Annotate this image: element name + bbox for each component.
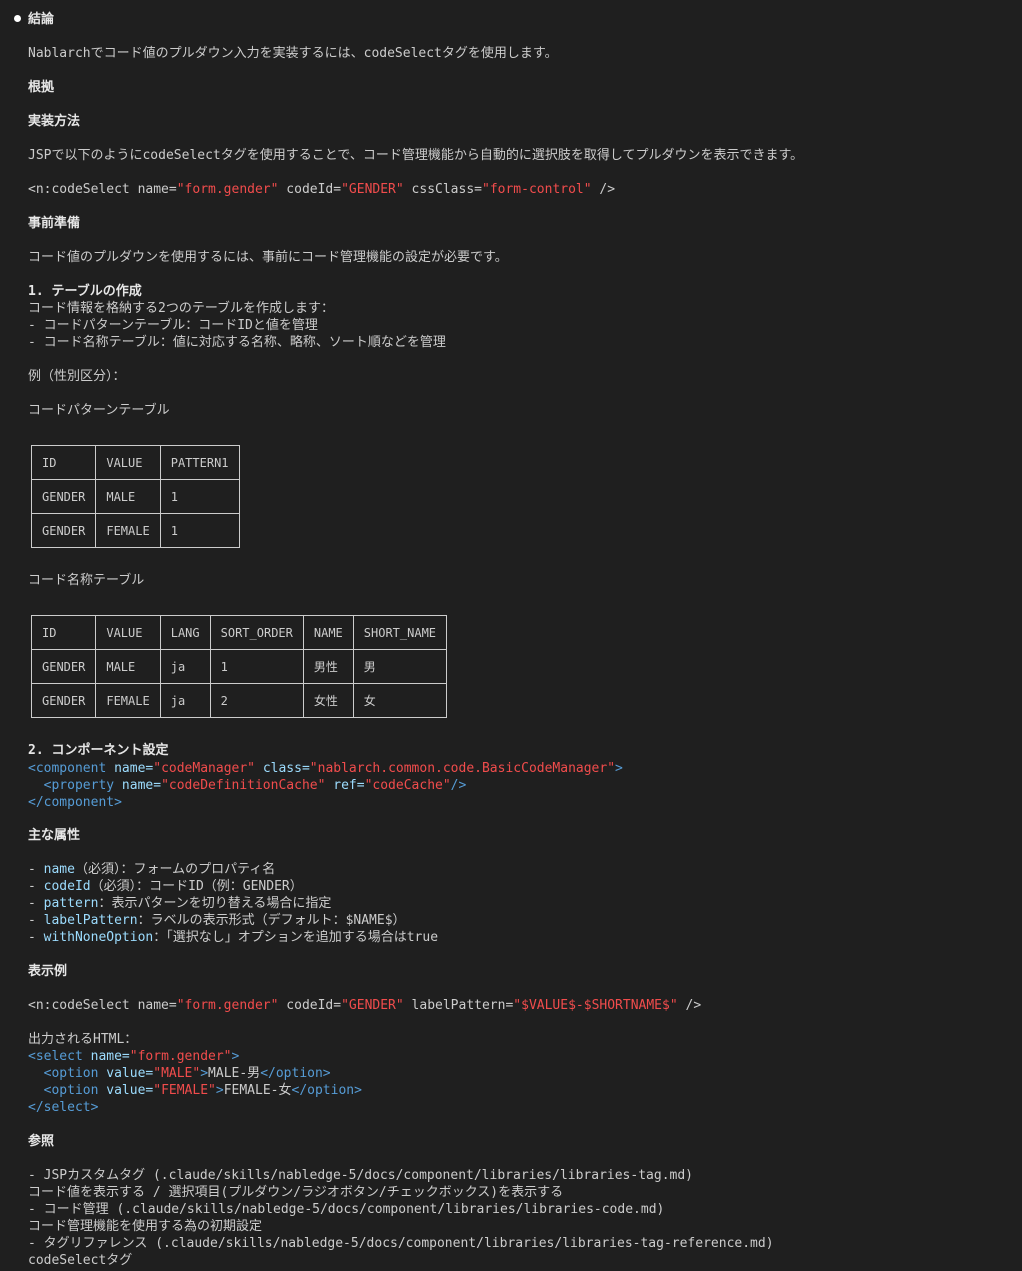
attr-item: - pattern：表示パターンを切り替える場合に指定	[28, 896, 332, 911]
code-snippet-codeselect: <n:codeSelect name="form.gender" codeId=…	[28, 182, 616, 197]
ref-line: - タグリファレンス (.claude/skills/nabledge-5/do…	[28, 1236, 774, 1251]
code-snippet-display: <n:codeSelect name="form.gender" codeId=…	[28, 998, 702, 1013]
chat-response: 結論 Nablarchでコード値のプルダウン入力を実装するには、codeSele…	[0, 0, 1022, 1271]
pattern-table: ID VALUE PATTERN1 GENDER MALE 1 GENDER F…	[30, 445, 240, 548]
ref-line: codeSelectタグ	[28, 1253, 133, 1268]
table-cell: 1	[209, 649, 304, 684]
table-header-cell: ID	[30, 615, 97, 650]
xml-line: <component name="codeManager" class="nab…	[28, 761, 623, 776]
bullet-icon	[14, 15, 21, 22]
table-row: GENDER FEMALE ja 2 女性 女	[30, 683, 448, 718]
conclusion-heading: 結論	[28, 12, 55, 27]
prep-heading: 事前準備	[28, 216, 81, 231]
table-header-row: ID VALUE LANG SORT_ORDER NAME SHORT_NAME	[30, 615, 448, 650]
table-cell: GENDER	[30, 479, 97, 514]
step1-line: コード情報を格納する2つのテーブルを作成します：	[28, 301, 335, 316]
table-cell: 女	[352, 683, 448, 718]
table-header-cell: VALUE	[95, 445, 161, 480]
html-line: <select name="form.gender">	[28, 1049, 240, 1064]
xml-line: </component>	[28, 795, 122, 810]
attrs-heading: 主な属性	[28, 828, 81, 843]
table-cell: ja	[159, 683, 211, 718]
table-cell: 女性	[302, 683, 354, 718]
display-heading: 表示例	[28, 964, 68, 979]
table-header-cell: ID	[30, 445, 97, 480]
table-header-cell: SORT_ORDER	[209, 615, 304, 650]
method-text: JSPで以下のようにcodeSelectタグを使用することで、コード管理機能から…	[28, 148, 804, 163]
step1-line: - コード名称テーブル：値に対応する名称、略称、ソート順などを管理	[28, 335, 446, 350]
attr-item: - name（必須）：フォームのプロパティ名	[28, 862, 276, 877]
attr-item: - labelPattern：ラベルの表示形式（デフォルト：$NAME$）	[28, 913, 406, 928]
html-line: <option value="MALE">MALE-男</option>	[28, 1066, 331, 1081]
table-cell: 2	[209, 683, 304, 718]
ref-line: コード管理機能を使用する為の初期設定	[28, 1219, 263, 1234]
table-cell: 1	[159, 479, 240, 514]
table-cell: MALE	[95, 479, 161, 514]
ref-heading: 参照	[28, 1134, 55, 1149]
name-table-title: コード名称テーブル	[28, 573, 145, 588]
table-cell: 1	[159, 513, 240, 548]
table-header-cell: NAME	[302, 615, 354, 650]
table-header-cell: VALUE	[95, 615, 161, 650]
table-cell: FEMALE	[95, 513, 161, 548]
pattern-table-title: コードパターンテーブル	[28, 403, 170, 418]
attr-item: - withNoneOption：「選択なし」オプションを追加する場合はtrue	[28, 930, 439, 945]
table-cell: 男性	[302, 649, 354, 684]
table-cell: FEMALE	[95, 683, 161, 718]
ref-line: - コード管理 (.claude/skills/nabledge-5/docs/…	[28, 1202, 665, 1217]
table-header-row: ID VALUE PATTERN1	[30, 445, 240, 480]
table-row: GENDER MALE 1	[30, 479, 240, 514]
table-row: GENDER MALE ja 1 男性 男	[30, 649, 448, 684]
step1-heading: 1. テーブルの作成	[28, 284, 142, 299]
table-cell: GENDER	[30, 649, 97, 684]
method-heading: 実装方法	[28, 114, 81, 129]
ref-line: コード値を表示する / 選択項目(プルダウン/ラジオボタン/チェックボックス)を…	[28, 1185, 564, 1200]
output-label: 出力されるHTML：	[28, 1032, 138, 1047]
table-cell: 男	[352, 649, 448, 684]
table-cell: GENDER	[30, 683, 97, 718]
html-line: </select>	[28, 1100, 99, 1115]
step1-line: - コードパターンテーブル：コードIDと値を管理	[28, 318, 318, 333]
table-row: GENDER FEMALE 1	[30, 513, 240, 548]
table-cell: ja	[159, 649, 211, 684]
xml-line: <property name="codeDefinitionCache" ref…	[28, 778, 467, 793]
prep-text: コード値のプルダウンを使用するには、事前にコード管理機能の設定が必要です。	[28, 250, 508, 265]
conclusion-text: Nablarchでコード値のプルダウン入力を実装するには、codeSelectタ…	[28, 46, 558, 61]
table-cell: GENDER	[30, 513, 97, 548]
ref-line: - JSPカスタムタグ (.claude/skills/nabledge-5/d…	[28, 1168, 693, 1183]
table-cell: MALE	[95, 649, 161, 684]
basis-heading: 根拠	[28, 80, 55, 95]
name-table: ID VALUE LANG SORT_ORDER NAME SHORT_NAME…	[30, 615, 448, 718]
table-header-cell: LANG	[159, 615, 211, 650]
attr-item: - codeId（必須）：コードID（例：GENDER）	[28, 879, 303, 894]
table-header-cell: PATTERN1	[159, 445, 240, 480]
step2-heading: 2. コンポーネント設定	[28, 743, 169, 758]
html-line: <option value="FEMALE">FEMALE-女</option>	[28, 1083, 362, 1098]
table-header-cell: SHORT_NAME	[352, 615, 448, 650]
example-label: 例（性別区分）：	[28, 369, 126, 384]
